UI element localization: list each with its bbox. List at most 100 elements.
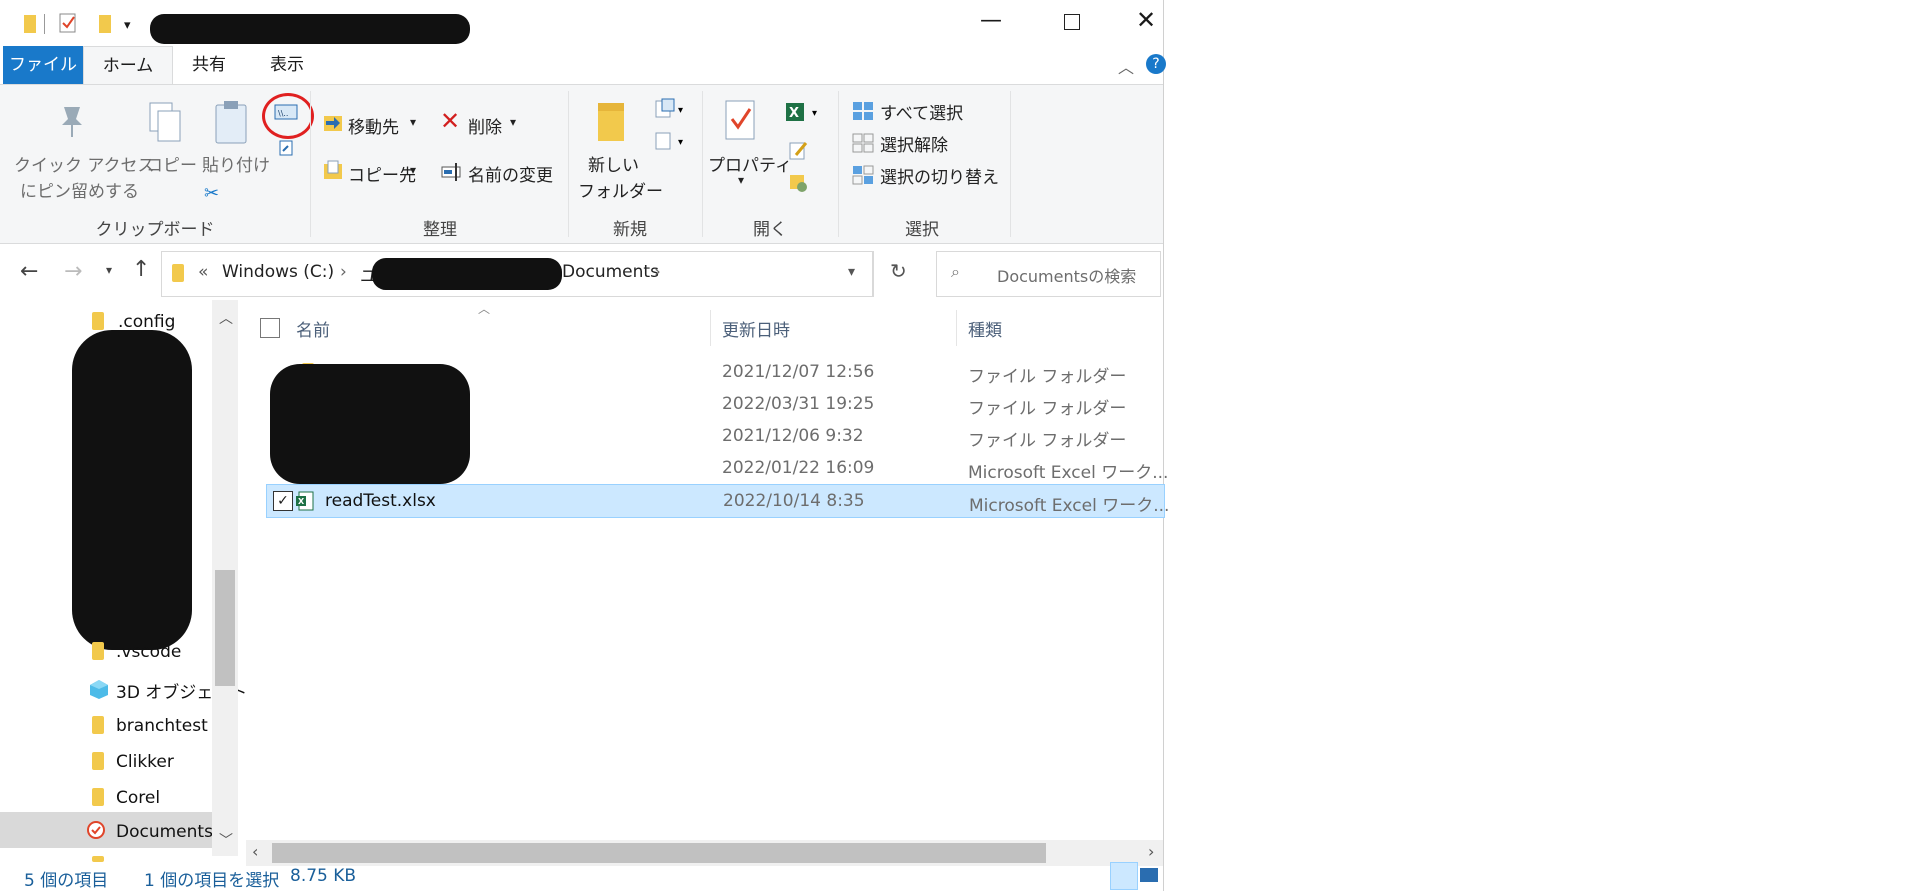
chevron-down-icon[interactable]: ▾ xyxy=(510,115,516,129)
pin-quick-access-label1[interactable]: クイック アクセス xyxy=(14,151,155,176)
copy-icon[interactable] xyxy=(146,101,186,150)
nav-item-config[interactable]: .config xyxy=(118,312,175,332)
search-box[interactable]: ⌕ Documentsの検索 xyxy=(936,251,1161,297)
file-name[interactable]: readTest.xlsx xyxy=(325,491,436,511)
excel-open-icon[interactable]: X ▾ xyxy=(784,101,824,130)
history-icon[interactable] xyxy=(788,171,810,198)
new-folder-icon[interactable] xyxy=(96,12,116,34)
tab-home[interactable]: ホーム xyxy=(83,46,173,85)
column-header-name[interactable]: 名前 xyxy=(296,316,330,341)
column-divider[interactable] xyxy=(710,310,711,346)
chevron-down-icon[interactable]: ▾ xyxy=(124,18,131,33)
copy-path-icon[interactable]: \\.. xyxy=(274,103,298,128)
search-placeholder[interactable]: Documentsの検索 xyxy=(997,263,1136,287)
easy-access-icon[interactable]: ▾ xyxy=(654,129,688,158)
tab-share[interactable]: 共有 xyxy=(176,46,242,84)
nav-item-documents-selected[interactable]: Documents xyxy=(0,812,213,848)
cut-scissors-icon[interactable]: ✂ xyxy=(204,183,219,204)
nav-item-vscode[interactable]: .vscode xyxy=(116,642,181,662)
svg-text:▾: ▾ xyxy=(678,137,683,148)
file-type: ファイル フォルダー xyxy=(968,399,1127,419)
scroll-down-icon[interactable]: ﹀ xyxy=(219,830,233,850)
paste-label[interactable]: 貼り付け xyxy=(202,151,270,176)
delete-icon[interactable]: ✕ xyxy=(440,107,460,135)
scroll-right-icon[interactable]: › xyxy=(1148,842,1154,861)
details-view-icon[interactable] xyxy=(1110,862,1138,890)
large-icons-view-icon[interactable] xyxy=(1140,868,1158,882)
rename-icon[interactable] xyxy=(440,161,464,186)
scroll-up-icon[interactable]: ︿ xyxy=(219,308,233,328)
properties-button[interactable]: プロパティ xyxy=(708,151,792,176)
move-to-button[interactable]: 移動先 xyxy=(348,113,399,138)
edit-icon[interactable] xyxy=(788,139,810,166)
maximize-icon[interactable] xyxy=(1064,14,1080,30)
chevron-right-icon[interactable]: › xyxy=(654,262,661,282)
column-header-date[interactable]: 更新日時 xyxy=(722,316,790,341)
new-item-icon[interactable]: ▾ xyxy=(654,97,688,126)
up-arrow-icon[interactable]: ↑ xyxy=(132,257,150,282)
chevron-right-icon[interactable]: › xyxy=(340,262,347,282)
pin-icon[interactable] xyxy=(54,103,90,144)
nav-item-documents[interactable]: Documents xyxy=(116,822,213,842)
back-arrow-icon[interactable]: ← xyxy=(20,259,38,284)
new-folder-label1[interactable]: 新しい xyxy=(588,151,639,176)
select-none-icon[interactable] xyxy=(852,133,874,158)
chevron-down-icon[interactable]: ▾ xyxy=(410,163,416,177)
copy-to-icon[interactable] xyxy=(322,159,344,186)
copy-label[interactable]: コピー xyxy=(146,151,197,176)
title-bar: ▾ — ✕ xyxy=(0,0,1163,46)
refresh-icon[interactable]: ↻ xyxy=(890,259,907,283)
column-divider[interactable] xyxy=(956,310,957,346)
copy-to-button[interactable]: コピー先 xyxy=(348,161,416,186)
nav-item-clikker[interactable]: Clikker xyxy=(116,752,174,772)
breadcrumb-drive[interactable]: Windows (C:) xyxy=(222,262,334,282)
row-checkbox-checked[interactable]: ✓ xyxy=(273,491,293,511)
select-all-icon[interactable] xyxy=(852,101,874,126)
new-folder-label2[interactable]: フォルダー xyxy=(578,177,663,202)
select-all-button[interactable]: すべて選択 xyxy=(880,99,963,124)
tab-file[interactable]: ファイル xyxy=(3,46,83,84)
scroll-left-icon[interactable]: ‹ xyxy=(252,842,258,861)
address-dropdown-icon[interactable]: ▾ xyxy=(848,264,855,280)
close-icon[interactable]: ✕ xyxy=(1136,6,1156,34)
properties-check-icon[interactable] xyxy=(58,12,78,34)
file-row-selected[interactable]: ✓ X readTest.xlsx 2022/10/14 8:35 Micros… xyxy=(266,484,1169,518)
folder-icon xyxy=(92,752,104,770)
chevron-down-icon[interactable]: ▾ xyxy=(738,173,744,187)
paste-icon[interactable] xyxy=(212,99,252,152)
help-icon[interactable]: ? xyxy=(1146,54,1166,74)
breadcrumb-current[interactable]: Documents xyxy=(562,262,659,282)
documents-icon xyxy=(86,820,106,845)
invert-selection-button[interactable]: 選択の切り替え xyxy=(880,163,999,188)
scroll-thumb[interactable] xyxy=(272,843,1046,863)
paste-shortcut-icon[interactable] xyxy=(278,139,296,162)
chevron-down-icon[interactable]: ▾ xyxy=(410,115,416,129)
open-group-label: 開く xyxy=(753,220,787,240)
nav-item-branchtest[interactable]: branchtest xyxy=(116,716,208,736)
tab-view[interactable]: 表示 xyxy=(260,46,314,84)
rename-button[interactable]: 名前の変更 xyxy=(468,161,553,186)
recent-locations-icon[interactable]: ▾ xyxy=(106,263,112,277)
select-none-button[interactable]: 選択解除 xyxy=(880,131,948,156)
move-to-icon[interactable] xyxy=(322,111,344,138)
minimize-icon[interactable]: — xyxy=(980,8,1002,33)
delete-button[interactable]: 削除 xyxy=(468,113,502,138)
forward-arrow-icon[interactable]: → xyxy=(64,259,82,284)
select-all-checkbox[interactable] xyxy=(260,318,280,338)
properties-icon[interactable] xyxy=(724,99,758,148)
clipboard-group-label: クリップボード xyxy=(95,220,215,240)
invert-selection-icon[interactable] xyxy=(852,165,874,190)
divider xyxy=(872,252,873,296)
nav-vertical-scrollbar[interactable]: ︿ ﹀ xyxy=(212,300,238,856)
new-folder-large-icon[interactable] xyxy=(594,99,628,148)
collapse-ribbon-icon[interactable]: ︿ xyxy=(1118,54,1134,78)
pin-quick-access-label2[interactable]: にピン留めする xyxy=(20,177,139,202)
address-bar[interactable]: « Windows (C:) › ユ Documents › ▾ xyxy=(161,251,874,297)
folder-icon xyxy=(92,312,104,330)
column-header-type[interactable]: 種類 xyxy=(968,316,1002,341)
horizontal-scrollbar[interactable]: ‹ › xyxy=(246,840,1163,866)
root-chevron[interactable]: « xyxy=(198,262,208,282)
status-item-count: 5 個の項目 xyxy=(24,871,109,891)
scroll-thumb[interactable] xyxy=(215,570,235,686)
nav-item-corel[interactable]: Corel xyxy=(116,788,160,808)
